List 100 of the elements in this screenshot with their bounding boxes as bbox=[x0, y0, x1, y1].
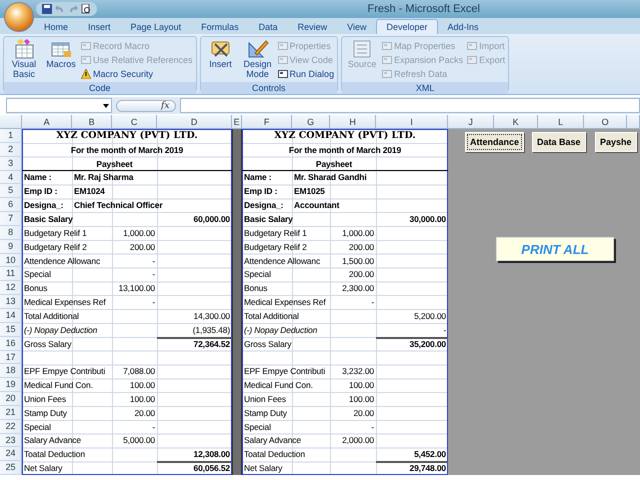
save-icon[interactable] bbox=[42, 4, 52, 14]
row-header[interactable]: 11 bbox=[0, 267, 22, 282]
column-header[interactable]: F bbox=[242, 115, 292, 129]
table-cell-text: Gross Salary bbox=[23, 338, 72, 350]
table-cell-text: 20.00 bbox=[133, 406, 156, 419]
row-header[interactable]: 20 bbox=[0, 392, 22, 406]
column-header[interactable] bbox=[627, 115, 640, 129]
table-cell-text: 1,000.00 bbox=[122, 226, 156, 239]
table-cell-text: 2,300.00 bbox=[341, 282, 375, 294]
ribbon-tab[interactable]: Insert bbox=[78, 19, 121, 34]
table-cell-text: Emp ID : bbox=[243, 185, 278, 198]
office-button[interactable] bbox=[4, 2, 34, 32]
row-header[interactable]: 13 bbox=[0, 295, 22, 309]
column-header[interactable]: O bbox=[584, 115, 627, 129]
row-header[interactable]: 23 bbox=[0, 434, 22, 448]
column-header[interactable]: I bbox=[376, 115, 448, 129]
ribbon-tab[interactable]: Data bbox=[248, 19, 288, 34]
table-cell-text: Salary Advance bbox=[243, 434, 302, 446]
row-header[interactable]: 3 bbox=[0, 156, 22, 171]
dropdown-caret-icon[interactable] bbox=[103, 104, 109, 108]
select-all-corner[interactable] bbox=[0, 115, 22, 129]
table-cell-text: Medical Expenses Ref bbox=[23, 296, 107, 308]
ribbon-tab[interactable]: Home bbox=[34, 19, 78, 34]
table-cell-text: 200.00 bbox=[348, 268, 375, 280]
sheet-button[interactable]: Attendance bbox=[465, 132, 524, 152]
row-header[interactable]: 16 bbox=[0, 336, 22, 350]
ribbon-tab[interactable]: Add-Ins bbox=[438, 19, 489, 34]
visual-basic-icon bbox=[13, 39, 35, 59]
column-header[interactable]: G bbox=[292, 115, 330, 129]
row-header[interactable]: 7 bbox=[0, 212, 22, 226]
print-preview-icon[interactable] bbox=[81, 4, 91, 14]
row-header[interactable]: 12 bbox=[0, 281, 22, 296]
formula-input[interactable] bbox=[180, 98, 640, 113]
ribbon-button[interactable]: Run Dialog bbox=[278, 67, 334, 80]
ribbon-button[interactable]: Visual Basic bbox=[7, 39, 41, 80]
row-header[interactable]: 5 bbox=[0, 184, 22, 198]
column-header[interactable]: A bbox=[22, 115, 72, 129]
row-header[interactable]: 4 bbox=[0, 170, 22, 184]
table-cell-text: Medical Fund Con. bbox=[23, 379, 94, 392]
row-header[interactable]: 14 bbox=[0, 308, 22, 323]
insert-function-button[interactable]: fx bbox=[116, 100, 176, 112]
ribbon-tab[interactable]: View bbox=[337, 19, 376, 34]
ribbon-button[interactable]: Macros bbox=[44, 39, 78, 80]
sheet-button[interactable]: Payshe bbox=[595, 132, 637, 152]
table-cell-text: Budgetary Relif 2 bbox=[23, 240, 88, 253]
table-cell: 72,364.52 bbox=[157, 336, 232, 350]
row-header[interactable]: 8 bbox=[0, 226, 22, 240]
table-cell-text: For the month of March 2019 bbox=[288, 144, 402, 156]
table-cell-text: 200.00 bbox=[128, 240, 156, 253]
row-header[interactable]: 24 bbox=[0, 447, 22, 462]
warning-icon bbox=[81, 68, 91, 78]
table-cell-text: Total Additional bbox=[23, 310, 80, 322]
row-header[interactable]: 22 bbox=[0, 420, 22, 434]
table-cell: 29,748.00 bbox=[376, 461, 448, 476]
ribbon-button[interactable]: Macro Security bbox=[81, 67, 193, 80]
ribbon-tab[interactable]: Review bbox=[288, 19, 338, 34]
table-cell-text: (1,935.48) bbox=[192, 324, 231, 336]
row-header[interactable]: 19 bbox=[0, 378, 22, 392]
column-header[interactable]: E bbox=[232, 115, 242, 129]
row-header[interactable]: 15 bbox=[0, 322, 22, 337]
row-header[interactable]: 2 bbox=[0, 142, 22, 157]
column-header[interactable]: D bbox=[157, 115, 232, 129]
table-cell-text: 20.00 bbox=[352, 406, 375, 419]
table-cell-text: Union Fees bbox=[23, 392, 67, 405]
table-cell-text: Bonus bbox=[243, 282, 268, 294]
ribbon-tab[interactable]: Page Layout bbox=[120, 19, 192, 34]
ribbon-button[interactable]: Insert bbox=[204, 39, 238, 80]
row-header[interactable]: 21 bbox=[0, 406, 22, 420]
table-cell-text: Medical Fund Con. bbox=[243, 379, 314, 392]
row-header[interactable]: 25 bbox=[0, 461, 22, 476]
ribbon-button[interactable]: Design Mode bbox=[240, 39, 275, 80]
table-cell-text: Attendence Allowanc bbox=[243, 254, 322, 267]
sheet-button[interactable]: Data Base bbox=[532, 132, 586, 152]
table-cell-text: Special bbox=[243, 268, 272, 280]
row-header[interactable]: 9 bbox=[0, 240, 22, 254]
row-header[interactable]: 18 bbox=[0, 364, 22, 378]
row-header[interactable]: 10 bbox=[0, 254, 22, 268]
ribbon-tab[interactable]: Developer bbox=[376, 19, 438, 34]
table-cell-text: 3,232.00 bbox=[341, 365, 375, 378]
row-header[interactable]: 1 bbox=[0, 129, 22, 143]
column-header[interactable]: K bbox=[494, 115, 538, 129]
column-header[interactable]: B bbox=[72, 115, 112, 129]
table-cell-text: Budgetary Relif 1 bbox=[243, 226, 308, 239]
row-header[interactable]: 17 bbox=[0, 350, 22, 364]
table-cell-text: Name : bbox=[23, 171, 52, 184]
column-header[interactable]: J bbox=[448, 115, 494, 129]
ribbon-tab[interactable]: Formulas bbox=[191, 19, 249, 34]
table-cell-text: (-) Nopay Deduction bbox=[23, 324, 98, 336]
table-cell-text: - bbox=[370, 296, 375, 308]
command-icon bbox=[81, 54, 91, 64]
command-icon bbox=[382, 40, 392, 50]
column-header[interactable]: H bbox=[330, 115, 376, 129]
table-cell-text: Paysheet bbox=[95, 158, 134, 170]
table-cell-text: For the month of March 2019 bbox=[70, 144, 184, 156]
column-header[interactable]: C bbox=[112, 115, 157, 129]
table-cell-text: 12,308.00 bbox=[192, 448, 231, 460]
group-label: Controls bbox=[200, 82, 338, 94]
row-header[interactable]: 6 bbox=[0, 198, 22, 212]
column-header[interactable]: L bbox=[538, 115, 584, 129]
table-cell-text: - bbox=[151, 268, 156, 280]
